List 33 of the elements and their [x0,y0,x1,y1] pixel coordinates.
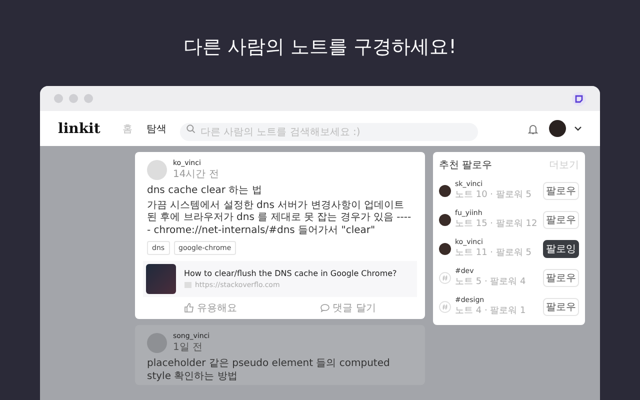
follow-button[interactable]: 팔로우 [543,210,579,228]
logo[interactable]: linkit [58,120,100,136]
post-time: 1일 전 [173,341,204,354]
nav-tab[interactable]: 탐색 [146,122,166,136]
follow-stats: 노트 11 · 팔로워 5 [455,247,532,259]
avatar[interactable] [439,214,451,226]
avatar[interactable] [549,120,566,137]
follow-button[interactable]: 팔로우 [543,182,579,200]
thumbs-up-icon [184,303,194,313]
search-field[interactable]: 다른 사람의 노트를 검색해보세요 :) [180,123,478,141]
follow-stats: 노트 4 · 팔로워 1 [455,305,527,317]
thumbnail-placeholder [146,264,176,294]
post-title: dns cache clear 하는 법 [146,185,263,198]
avatar[interactable] [439,242,451,254]
follow-button[interactable]: 팔로우 [543,298,579,316]
search-icon [186,124,196,134]
panel-title: 추천 팔로우 [439,159,492,172]
post-body: placeholder 같은 pseudo element 들의 computed style 확인하는 방법 [146,358,391,383]
post-time: 14시간 전 [173,168,219,181]
speech-bubble-icon [320,303,330,313]
headline: 다른 사람의 노트를 구경하세요! [184,35,456,60]
favicon-icon [184,281,192,289]
link-title: How to clear/flush the DNS cache in Google Chrome? [184,269,397,278]
post-body: 가끔 시스템에서 설정한 dns 서버가 변경사항이 업데이트된 후에 브라우저가 dns 를 제대로 못 잡는 경우가 있음 ----- chrome://net-internals/#dns 들어가서 "clear" [146,200,412,237]
note-icon[interactable] [572,92,586,106]
follow-stats: 노트 10 · 팔로워 5 [455,189,532,201]
notification-bell-icon[interactable] [527,122,539,134]
follow-stats: 노트 5 · 팔로워 4 [455,276,527,288]
follow-button[interactable]: 팔로잉 [543,240,579,258]
avatar[interactable] [439,184,451,196]
follow-button[interactable]: 팔로우 [543,268,579,286]
follow-stats: 노트 15 · 팔로워 12 [455,218,538,230]
chevron-down-icon[interactable] [574,126,582,131]
